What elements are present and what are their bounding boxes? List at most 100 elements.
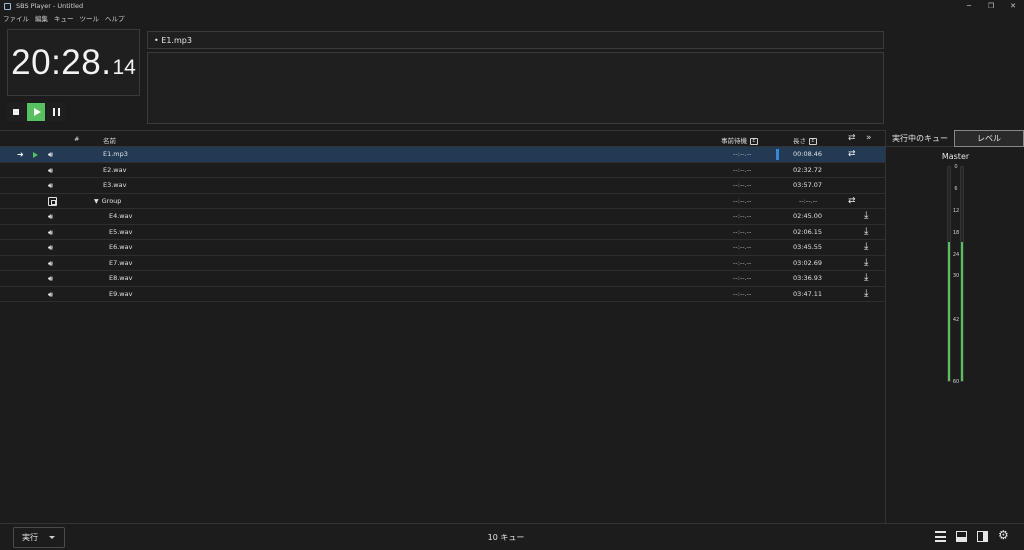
pause-button[interactable] <box>47 103 65 121</box>
cue-pre-wait: --:--.-- <box>733 196 752 205</box>
app-icon <box>4 2 11 10</box>
clock-main: 20:28. <box>11 42 112 82</box>
arrow-right-icon: ➜ <box>17 150 24 159</box>
speaker-icon: 🔊︎ <box>48 243 54 252</box>
cue-duration: 03:47.11 <box>793 289 823 298</box>
cue-name: E9.wav <box>109 289 133 298</box>
column-option-icon: E <box>750 137 758 145</box>
list-view-icon[interactable] <box>935 531 946 542</box>
current-cue-field[interactable]: • E1.mp3 <box>147 31 884 49</box>
header-pre-wait[interactable]: 事前待機 E <box>721 135 758 145</box>
menu-file[interactable]: ファイル <box>0 13 32 23</box>
cue-duration: 02:32.72 <box>793 165 823 174</box>
cue-notes-area[interactable] <box>147 52 884 124</box>
header-number[interactable]: # <box>74 135 79 143</box>
right-panel: 実行中のキュー レベル Master 0 6 12 18 24 30 42 60 <box>885 130 1024 523</box>
menu-cue[interactable]: キュー <box>51 13 77 23</box>
scale-tick: 0 <box>954 164 958 170</box>
column-option-icon: E <box>809 137 817 145</box>
scale-tick: 18 <box>952 230 960 236</box>
cue-duration: --:--.-- <box>799 196 818 205</box>
table-row[interactable]: ➜ 🔊︎ E1.mp3 --:--.-- 00:08.46 ⇄ <box>0 147 885 163</box>
cue-pre-wait: --:--.-- <box>733 243 752 251</box>
right-panel-tabs: 実行中のキュー レベル <box>886 130 1024 147</box>
speaker-icon: 🔊︎ <box>48 181 54 190</box>
cue-pre-wait: --:--.-- <box>733 258 752 267</box>
side-panel-icon[interactable] <box>977 531 988 542</box>
level-meter-right <box>960 166 964 382</box>
level-fill-left <box>948 241 950 381</box>
table-row[interactable]: 🔊︎ E2.wav --:--.-- 02:32.72 <box>0 163 885 178</box>
status-bar: 実行 10 キュー ⚙ <box>0 523 1024 550</box>
speaker-icon: 🔊︎ <box>48 165 54 175</box>
loop-column-icon[interactable]: ⇄ <box>848 133 856 143</box>
speaker-icon: 🔊︎ <box>48 212 54 221</box>
table-row[interactable]: 🔊︎ E6.wav --:--.-- 03:45.55 ⤓ <box>0 240 885 256</box>
cue-pre-wait: --:--.-- <box>733 274 752 282</box>
cue-duration: 00:08.46 <box>793 150 823 158</box>
playback-progress <box>776 149 779 160</box>
download-arrow-icon: ⤓ <box>864 241 869 252</box>
tab-active-cues[interactable]: 実行中のキュー <box>886 130 954 147</box>
loop-icon: ⇄ <box>848 195 856 206</box>
menu-help[interactable]: ヘルプ <box>102 13 128 23</box>
minimize-button[interactable]: ─ <box>958 0 980 12</box>
download-arrow-icon: ⤓ <box>864 287 869 299</box>
download-arrow-icon: ⤓ <box>864 225 869 237</box>
stop-icon <box>13 109 19 115</box>
cue-pre-wait: --:--.-- <box>733 212 752 220</box>
tab-levels[interactable]: レベル <box>954 130 1024 147</box>
maximize-button[interactable]: ❐ <box>980 0 1002 12</box>
header-duration-label: 長さ <box>793 137 806 145</box>
gear-icon[interactable]: ⚙ <box>998 528 1009 542</box>
download-arrow-icon: ⤓ <box>864 256 869 268</box>
scale-tick: 6 <box>954 186 958 192</box>
scale-tick: 12 <box>952 208 960 214</box>
stop-button[interactable] <box>7 103 25 121</box>
group-icon <box>48 196 57 206</box>
cue-table-header: # 名前 事前待機 E 長さ E ⇄ » <box>0 130 885 147</box>
table-row[interactable]: 🔊︎ E9.wav --:--.-- 03:47.11 ⤓ <box>0 287 885 302</box>
bottom-panel-icon[interactable] <box>956 531 967 542</box>
group-label: Group <box>101 196 122 205</box>
header-name[interactable]: 名前 <box>103 135 116 145</box>
cue-name: E6.wav <box>109 243 133 251</box>
close-button[interactable]: ✕ <box>1002 0 1024 12</box>
pause-icon <box>52 108 60 116</box>
table-row[interactable]: 🔊︎ E8.wav --:--.-- 03:36.93 ⤓ <box>0 271 885 287</box>
cue-duration: 03:45.55 <box>793 243 823 251</box>
double-chevron-down-icon[interactable]: » <box>866 133 872 143</box>
master-label: Master <box>941 152 970 161</box>
menu-edit[interactable]: 編集 <box>32 13 51 23</box>
window-title: SBS Player - Untitled <box>16 2 84 10</box>
speaker-icon: 🔊︎ <box>48 227 54 237</box>
menu-tools[interactable]: ツール <box>77 13 103 23</box>
cue-name: E5.wav <box>109 227 133 236</box>
scale-tick: 60 <box>952 379 960 385</box>
transport-controls <box>7 103 65 121</box>
table-row[interactable]: 🔊︎ E5.wav --:--.-- 02:06.15 ⤓ <box>0 225 885 240</box>
cue-pre-wait: --:--.-- <box>733 181 752 189</box>
play-button[interactable] <box>27 103 45 121</box>
cue-pre-wait: --:--.-- <box>733 165 752 174</box>
download-arrow-icon: ⤓ <box>864 272 869 283</box>
cue-name: E2.wav <box>103 165 127 174</box>
header-duration[interactable]: 長さ E <box>793 135 817 145</box>
level-meter-left <box>947 166 951 382</box>
menu-bar: ファイル 編集 キュー ツール ヘルプ <box>0 12 1024 23</box>
table-row[interactable]: 🔊︎ E3.wav --:--.-- 03:57.07 <box>0 178 885 194</box>
play-icon <box>33 108 41 116</box>
scale-tick: 42 <box>952 317 960 323</box>
speaker-icon: 🔊︎ <box>48 258 54 268</box>
table-row-group[interactable]: ▼ Group --:--.-- --:--.-- ⇄ <box>0 194 885 209</box>
scale-tick: 24 <box>952 252 960 258</box>
caret-down-icon: ▼ <box>94 197 99 205</box>
level-fill-right <box>961 241 963 381</box>
group-name[interactable]: ▼ Group <box>94 197 121 205</box>
cue-duration: 03:57.07 <box>793 181 823 189</box>
table-row[interactable]: 🔊︎ E4.wav --:--.-- 02:45.00 ⤓ <box>0 209 885 225</box>
table-row[interactable]: 🔊︎ E7.wav --:--.-- 03:02.69 ⤓ <box>0 256 885 271</box>
cue-pre-wait: --:--.-- <box>733 227 752 236</box>
scale-tick: 30 <box>952 273 960 279</box>
level-scale: 0 6 12 18 24 30 42 60 <box>952 164 960 385</box>
